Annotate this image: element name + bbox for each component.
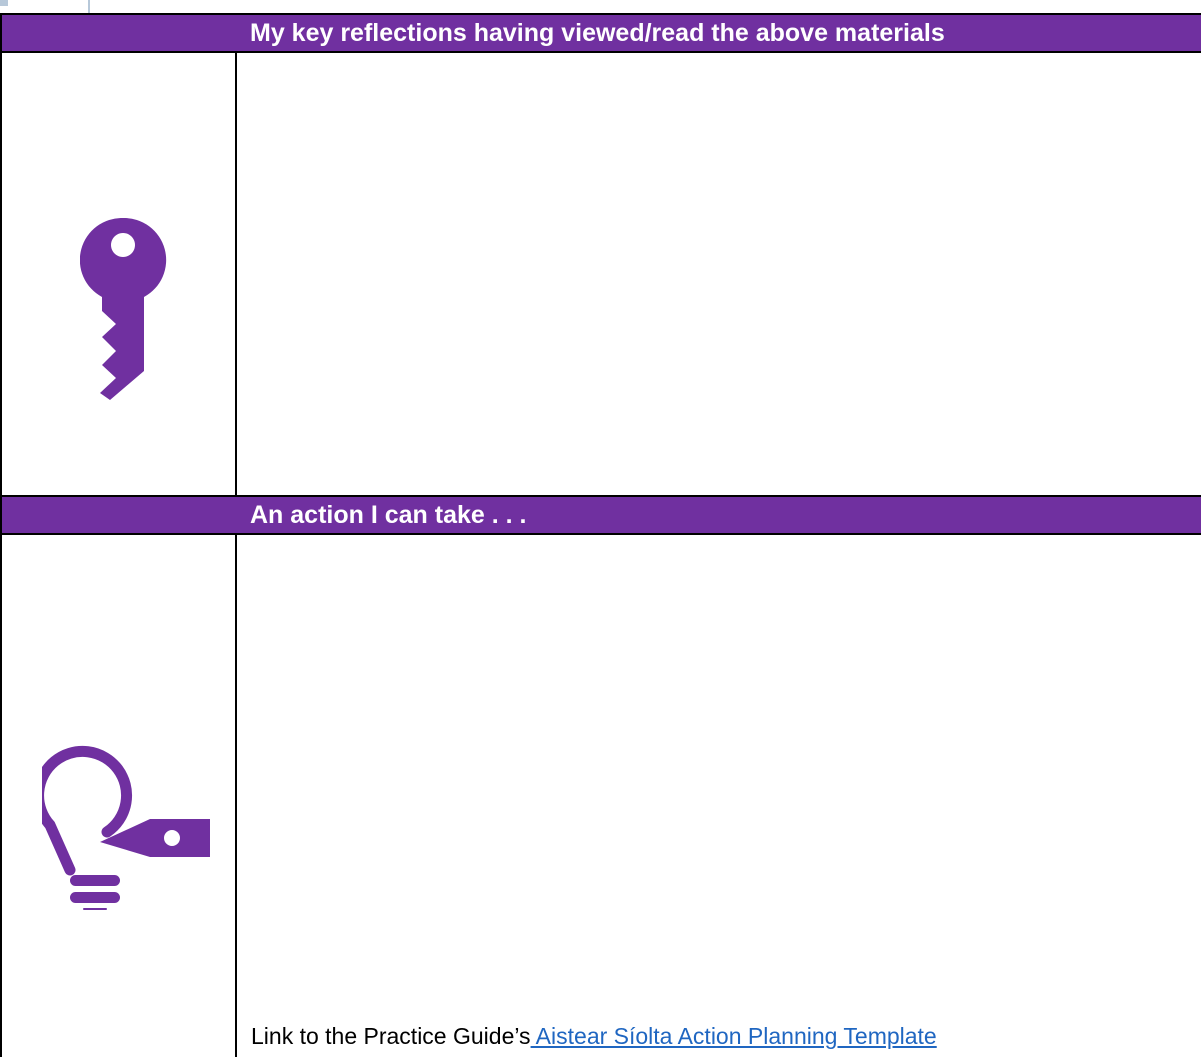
link-prefix: Link to the Practice Guide’s xyxy=(251,1023,531,1049)
page-margin-mark xyxy=(0,0,8,6)
action-header: An action I can take . . . xyxy=(0,495,1201,535)
reflections-icon-cell xyxy=(0,51,237,497)
reflection-table: My key reflections having viewed/read th… xyxy=(0,13,1201,1057)
action-title: An action I can take . . . xyxy=(250,501,527,529)
action-planning-template-link[interactable]: Aistear Síolta Action Planning Template xyxy=(531,1023,937,1049)
reflections-header: My key reflections having viewed/read th… xyxy=(0,13,1201,53)
reflections-header-row: My key reflections having viewed/read th… xyxy=(0,13,1201,53)
reflections-row xyxy=(0,51,1201,497)
action-row: Link to the Practice Guide’s Aistear Sío… xyxy=(0,533,1201,1057)
reflections-notes-area[interactable] xyxy=(234,51,1201,497)
action-header-row: An action I can take . . . xyxy=(0,495,1201,535)
lightbulb-key-icon xyxy=(42,745,210,910)
document-page: My key reflections having viewed/read th… xyxy=(0,0,1201,1057)
practice-guide-link-line: Link to the Practice Guide’s Aistear Sío… xyxy=(251,1023,937,1050)
key-icon xyxy=(80,218,167,400)
action-notes-area[interactable]: Link to the Practice Guide’s Aistear Sío… xyxy=(234,533,1201,1057)
reflections-title: My key reflections having viewed/read th… xyxy=(250,19,945,47)
action-icon-cell xyxy=(0,533,237,1057)
